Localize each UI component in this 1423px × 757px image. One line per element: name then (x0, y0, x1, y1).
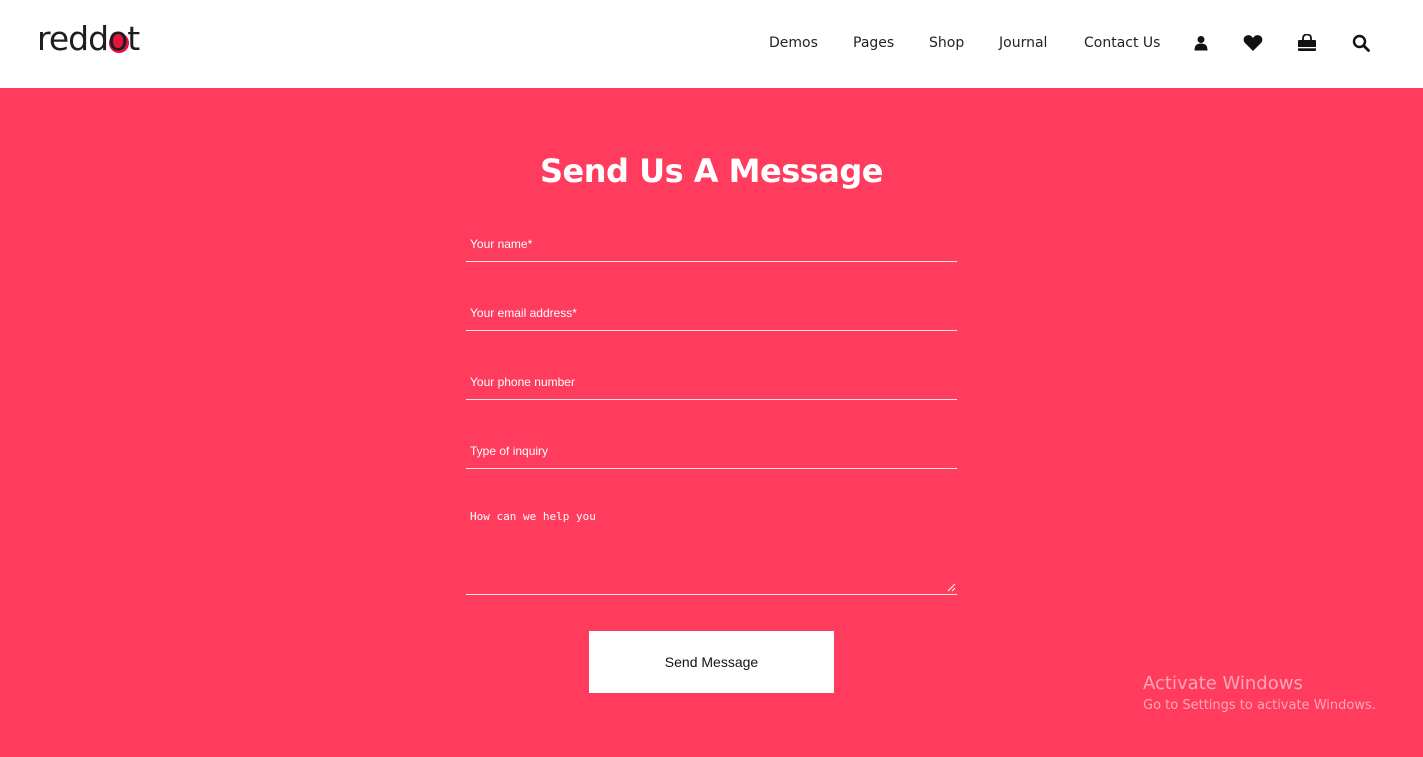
page-title: Send Us A Message (540, 152, 884, 190)
nav-item-journal[interactable]: Journal (999, 35, 1047, 51)
phone-field (466, 364, 957, 400)
phone-input[interactable] (466, 364, 957, 399)
watermark-subtitle: Go to Settings to activate Windows. (1143, 698, 1376, 713)
nav-item-pages[interactable]: Pages (853, 35, 894, 51)
logo-text-end: t (127, 18, 140, 58)
name-field (466, 226, 957, 262)
email-field (466, 295, 957, 331)
nav-item-demos[interactable]: Demos (769, 35, 818, 51)
message-field (466, 500, 957, 595)
send-message-button[interactable]: Send Message (589, 631, 834, 693)
resize-handle-icon[interactable] (947, 583, 956, 592)
logo-text-start: redd (37, 18, 109, 58)
nav-item-shop[interactable]: Shop (929, 35, 964, 51)
nav-item-contact-us[interactable]: Contact Us (1084, 35, 1160, 51)
inquiry-input[interactable] (466, 433, 957, 468)
email-input[interactable] (466, 295, 957, 330)
search-icon[interactable] (1350, 32, 1372, 54)
message-textarea[interactable] (466, 500, 957, 594)
logo-dot: o (108, 18, 130, 58)
name-input[interactable] (466, 226, 957, 261)
watermark-title: Activate Windows (1143, 673, 1303, 694)
heart-icon[interactable] (1242, 32, 1264, 54)
shopping-bag-icon[interactable] (1296, 32, 1318, 54)
inquiry-field (466, 433, 957, 469)
user-icon[interactable] (1190, 32, 1212, 54)
site-header: redd o t Demos Pages Shop Journal Contact … (0, 0, 1423, 88)
windows-activation-watermark: Activate Windows Go to Settings to activ… (1143, 673, 1376, 713)
brand-logo[interactable]: redd o t (37, 18, 140, 58)
